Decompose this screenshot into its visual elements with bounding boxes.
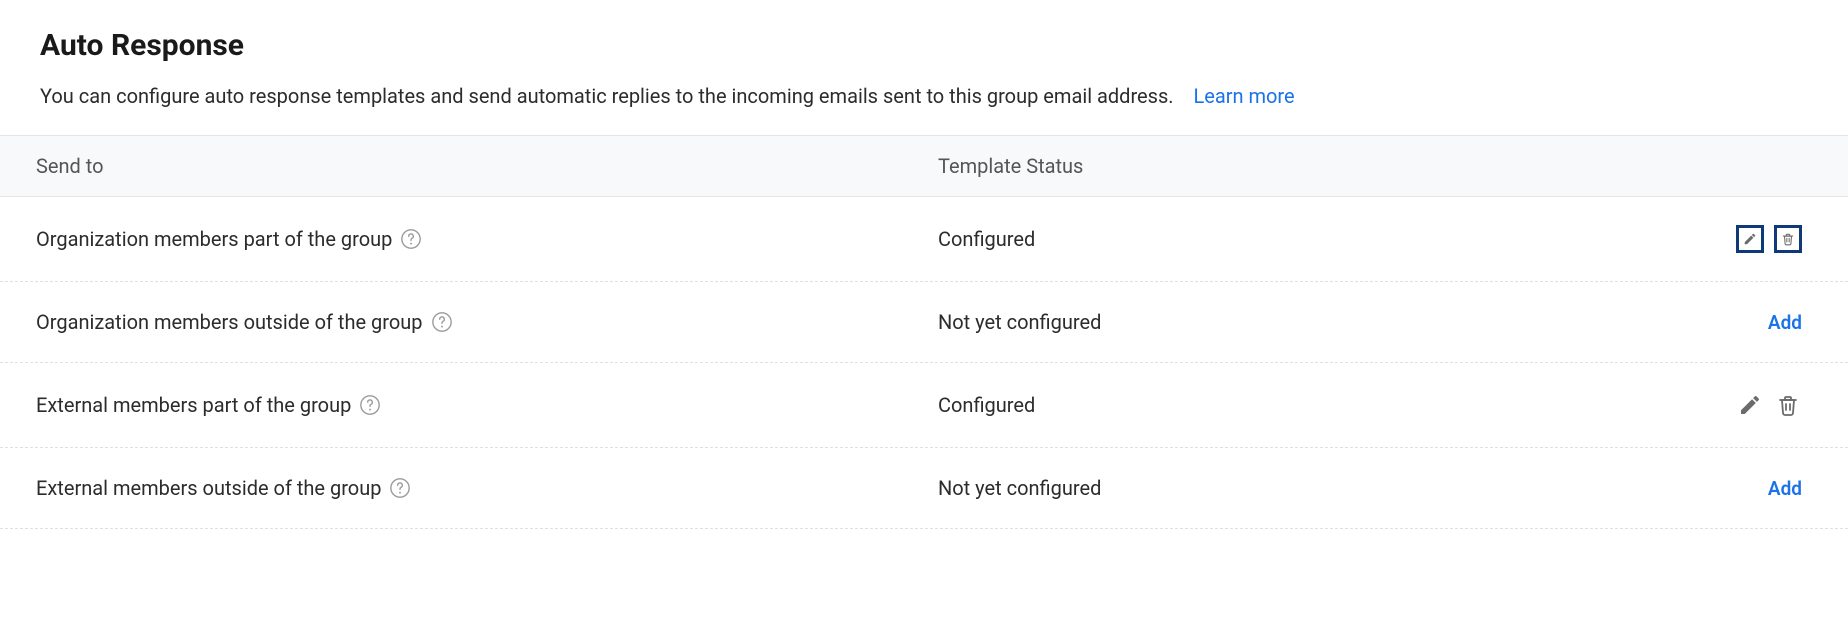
help-icon[interactable] [431,311,453,333]
send-to-cell: Organization members outside of the grou… [36,310,938,334]
add-button[interactable]: Add [1768,477,1802,500]
help-icon[interactable] [400,228,422,250]
delete-icon[interactable] [1774,225,1802,253]
send-to-label: Organization members outside of the grou… [36,310,423,334]
page-description: You can configure auto response template… [40,81,1808,111]
actions-cell: Add [1408,477,1812,500]
send-to-cell: External members outside of the group [36,476,938,500]
table-row: External members part of the group Config… [0,363,1848,448]
help-icon[interactable] [359,394,381,416]
status-cell: Not yet configured [938,310,1408,334]
actions-cell: Add [1408,311,1812,334]
send-to-label: External members outside of the group [36,476,381,500]
page-title: Auto Response [40,28,1808,63]
delete-icon[interactable] [1774,391,1802,419]
edit-icon[interactable] [1736,225,1764,253]
table-header-row: Send to Template Status [0,135,1848,197]
section-header: Auto Response You can configure auto res… [0,0,1848,135]
column-header-actions [1408,154,1812,178]
edit-icon[interactable] [1736,391,1764,419]
help-icon[interactable] [389,477,411,499]
column-header-template-status: Template Status [938,154,1408,178]
learn-more-link[interactable]: Learn more [1193,84,1294,108]
actions-cell [1408,225,1812,253]
column-header-send-to: Send to [36,154,938,178]
status-cell: Configured [938,393,1408,417]
send-to-label: Organization members part of the group [36,227,392,251]
send-to-cell: External members part of the group [36,393,938,417]
send-to-label: External members part of the group [36,393,351,417]
page-description-text: You can configure auto response template… [40,84,1174,108]
table-row: Organization members part of the group Co… [0,197,1848,282]
actions-cell [1408,391,1812,419]
table-row: Organization members outside of the grou… [0,282,1848,363]
table-row: External members outside of the group Not… [0,448,1848,529]
send-to-cell: Organization members part of the group [36,227,938,251]
status-cell: Not yet configured [938,476,1408,500]
add-button[interactable]: Add [1768,311,1802,334]
status-cell: Configured [938,227,1408,251]
